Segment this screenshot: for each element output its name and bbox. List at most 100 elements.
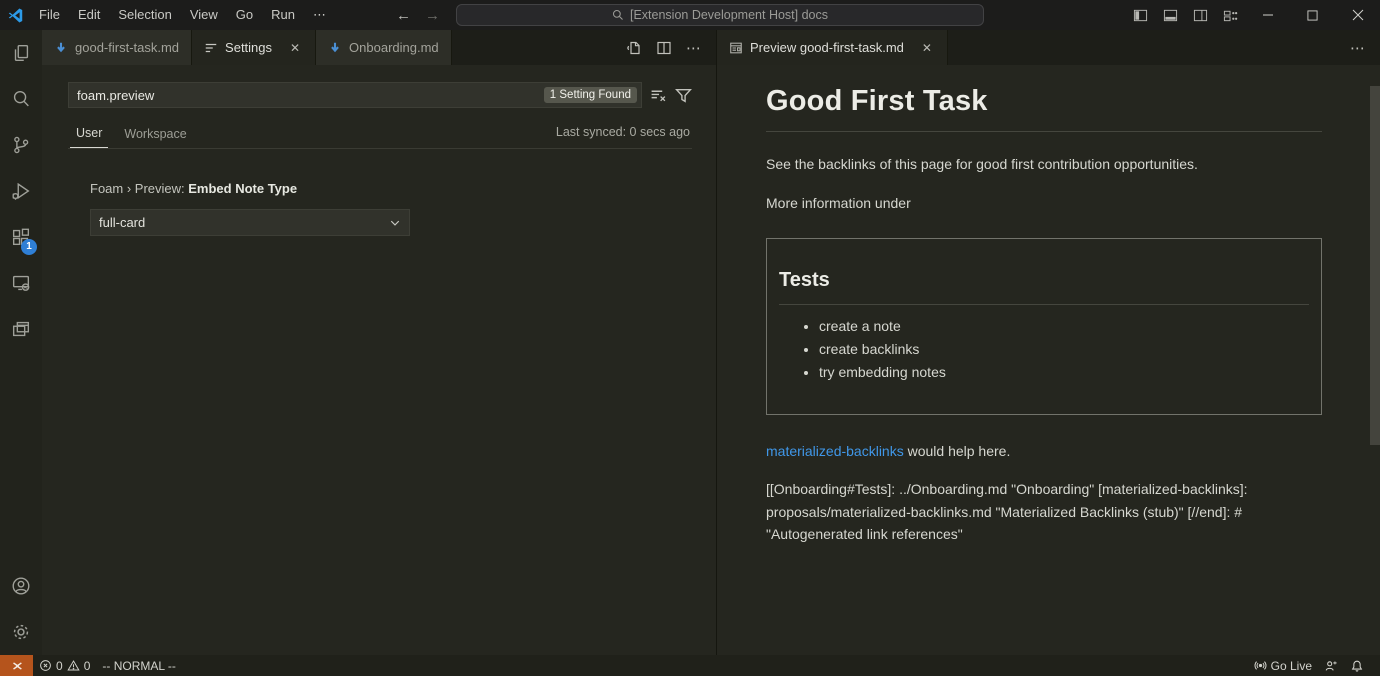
tab-onboarding[interactable]: Onboarding.md bbox=[316, 30, 452, 65]
menu-file[interactable]: File bbox=[30, 4, 69, 26]
list-item: try embedding notes bbox=[819, 365, 1309, 380]
tab-label: good-first-task.md bbox=[75, 40, 179, 55]
minimize-button[interactable] bbox=[1245, 0, 1290, 30]
list-item: create a note bbox=[819, 319, 1309, 334]
scope-tab-workspace[interactable]: Workspace bbox=[118, 123, 192, 148]
right-tab-bar: Preview good-first-task.md ✕ ⋯ bbox=[717, 30, 1380, 65]
menu-go[interactable]: Go bbox=[227, 4, 262, 26]
settings-search-value: foam.preview bbox=[77, 88, 544, 103]
last-synced-label: Last synced: 0 secs ago bbox=[556, 125, 690, 145]
menu-selection[interactable]: Selection bbox=[109, 4, 180, 26]
menu-edit[interactable]: Edit bbox=[69, 4, 109, 26]
list-item: create backlinks bbox=[819, 342, 1309, 357]
preview-heading: Good First Task bbox=[766, 85, 1322, 132]
editor-group-right: Preview good-first-task.md ✕ ⋯ Good Firs… bbox=[716, 30, 1380, 655]
activity-bar: 1 bbox=[0, 30, 42, 655]
accounts-icon[interactable] bbox=[0, 563, 42, 609]
setting-category: Foam › Preview: bbox=[90, 181, 188, 196]
toggle-sidebar-icon[interactable] bbox=[1125, 0, 1155, 30]
menu-run[interactable]: Run bbox=[262, 4, 304, 26]
settings-search-input[interactable]: foam.preview 1 Setting Found bbox=[68, 82, 642, 108]
materialized-backlinks-link[interactable]: materialized-backlinks bbox=[766, 443, 904, 459]
search-sidebar-icon[interactable] bbox=[0, 76, 42, 122]
extensions-icon[interactable]: 1 bbox=[0, 214, 42, 260]
search-icon bbox=[612, 9, 624, 21]
error-count: 0 bbox=[56, 659, 63, 673]
navigate-back-icon[interactable]: ← bbox=[396, 7, 411, 24]
remote-indicator[interactable] bbox=[0, 655, 33, 676]
embedded-note-title: Tests bbox=[779, 269, 1309, 305]
go-live-button[interactable]: Go Live bbox=[1248, 655, 1318, 676]
toggle-secondary-sidebar-icon[interactable] bbox=[1185, 0, 1215, 30]
link-references-paragraph: [[Onboarding#Tests]: ../Onboarding.md "O… bbox=[766, 478, 1326, 546]
customize-layout-icon[interactable] bbox=[1215, 0, 1245, 30]
source-control-icon[interactable] bbox=[0, 122, 42, 168]
feedback-button[interactable] bbox=[1318, 655, 1344, 676]
tab-label: Preview good-first-task.md bbox=[750, 40, 904, 55]
settings-editor-icon bbox=[204, 41, 218, 55]
remote-explorer-icon[interactable] bbox=[0, 260, 42, 306]
menu-view[interactable]: View bbox=[181, 4, 227, 26]
setting-foam-preview-embed-note-type: Foam › Preview: Embed Note Type full-car… bbox=[90, 181, 692, 236]
status-bar: 0 0 -- NORMAL -- Go Live bbox=[0, 655, 1380, 676]
person-feedback-icon bbox=[1324, 659, 1338, 673]
preview-paragraph: More information under bbox=[766, 193, 1322, 214]
markdown-preview-icon bbox=[729, 41, 743, 55]
left-tab-bar: good-first-task.md Settings ✕ Onboarding… bbox=[42, 30, 716, 65]
command-center-label: [Extension Development Host] docs bbox=[630, 8, 828, 22]
toggle-panel-icon[interactable] bbox=[1155, 0, 1185, 30]
error-icon bbox=[39, 659, 52, 672]
embedded-note-list: create a note create backlinks try embed… bbox=[779, 319, 1309, 380]
title-bar: File Edit Selection View Go Run ⋯ ← → [E… bbox=[0, 0, 1380, 30]
manage-gear-icon[interactable] bbox=[0, 609, 42, 655]
tab-settings[interactable]: Settings ✕ bbox=[192, 30, 316, 65]
embed-note-type-dropdown[interactable]: full-card bbox=[90, 209, 410, 236]
split-editor-icon[interactable] bbox=[656, 40, 672, 56]
warning-count: 0 bbox=[84, 659, 91, 673]
editor-more-actions-icon[interactable]: ⋯ bbox=[686, 39, 702, 57]
close-tab-icon[interactable]: ✕ bbox=[919, 41, 935, 55]
tab-label: Onboarding.md bbox=[349, 40, 439, 55]
setting-name: Embed Note Type bbox=[188, 181, 297, 196]
settings-editor: foam.preview 1 Setting Found User Worksp… bbox=[42, 65, 716, 236]
close-window-button[interactable] bbox=[1335, 0, 1380, 30]
vim-mode-indicator[interactable]: -- NORMAL -- bbox=[96, 655, 182, 676]
chevron-down-icon bbox=[389, 217, 401, 229]
scope-tab-user[interactable]: User bbox=[70, 122, 108, 148]
tab-preview-good-first-task[interactable]: Preview good-first-task.md ✕ bbox=[717, 30, 948, 65]
vscode-logo-icon bbox=[0, 7, 30, 24]
navigate-forward-icon[interactable]: → bbox=[425, 7, 440, 24]
explorer-icon[interactable] bbox=[0, 30, 42, 76]
extensions-badge: 1 bbox=[21, 239, 37, 255]
filter-settings-icon[interactable] bbox=[675, 87, 692, 104]
tab-label: Settings bbox=[225, 40, 272, 55]
tab-good-first-task[interactable]: good-first-task.md bbox=[42, 30, 192, 65]
command-center-search[interactable]: [Extension Development Host] docs bbox=[456, 4, 984, 26]
embedded-note-card: Tests create a note create backlinks try… bbox=[766, 238, 1322, 415]
menu-more-icon[interactable]: ⋯ bbox=[304, 4, 336, 26]
settings-scope-tabs: User Workspace Last synced: 0 secs ago bbox=[68, 122, 692, 149]
remote-icon bbox=[10, 659, 24, 673]
preview-scrollbar[interactable] bbox=[1370, 86, 1380, 445]
run-and-debug-icon[interactable] bbox=[0, 168, 42, 214]
maximize-button[interactable] bbox=[1290, 0, 1335, 30]
link-rest-text: would help here. bbox=[904, 443, 1011, 459]
notifications-button[interactable] bbox=[1344, 655, 1370, 676]
editor-group-left: good-first-task.md Settings ✕ Onboarding… bbox=[42, 30, 716, 655]
preview-paragraph: See the backlinks of this page for good … bbox=[766, 154, 1322, 175]
clear-settings-search-icon[interactable] bbox=[650, 87, 667, 104]
warning-icon bbox=[67, 659, 80, 672]
broadcast-icon bbox=[1254, 659, 1267, 672]
dropdown-value: full-card bbox=[99, 215, 145, 230]
markdown-preview: Good First Task See the backlinks of thi… bbox=[717, 85, 1380, 675]
vscode-window: File Edit Selection View Go Run ⋯ ← → [E… bbox=[0, 0, 1380, 676]
close-tab-icon[interactable]: ✕ bbox=[287, 41, 303, 55]
vim-mode-label: -- NORMAL -- bbox=[102, 659, 176, 673]
open-settings-json-icon[interactable] bbox=[626, 40, 642, 56]
go-live-label: Go Live bbox=[1271, 659, 1312, 673]
preview-paragraph: materialized-backlinks would help here. bbox=[766, 441, 1322, 462]
markdown-file-icon bbox=[54, 41, 68, 55]
problems-status[interactable]: 0 0 bbox=[33, 655, 96, 676]
editor-more-actions-icon[interactable]: ⋯ bbox=[1350, 39, 1366, 57]
windows-panel-icon[interactable] bbox=[0, 306, 42, 352]
